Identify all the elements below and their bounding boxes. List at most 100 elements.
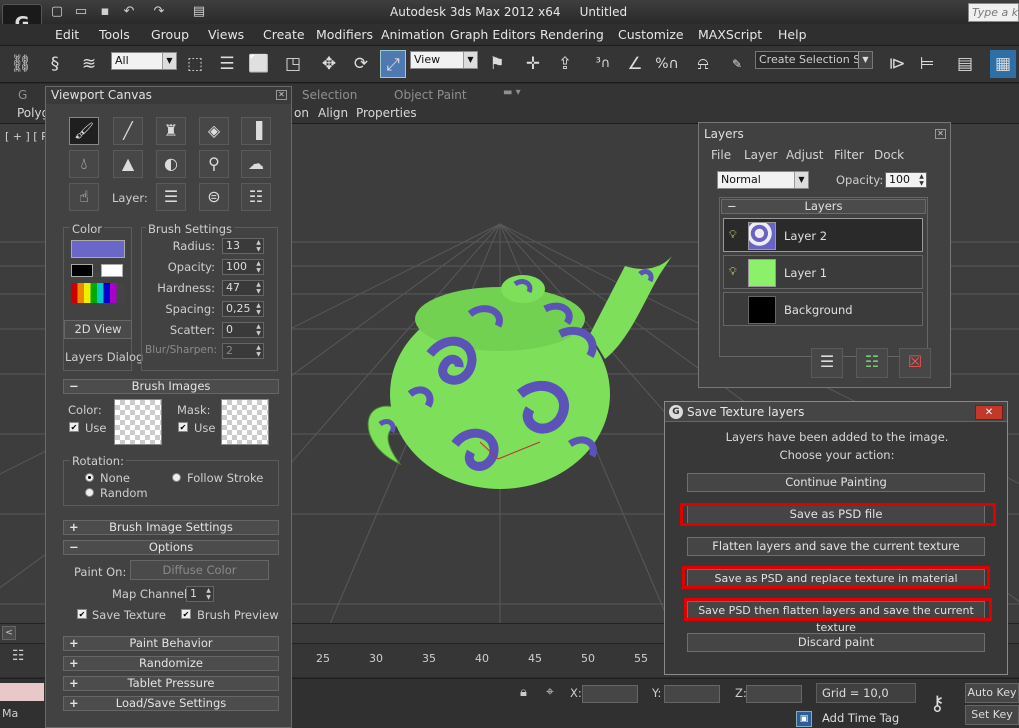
bind-space-warp-icon[interactable]: ≋ bbox=[76, 50, 102, 78]
rotation-none-radio[interactable] bbox=[85, 473, 94, 482]
menu-edit[interactable]: Edit bbox=[55, 27, 79, 42]
blur-sharpen-spinner[interactable]: 2 ▲ ▼ bbox=[222, 343, 264, 359]
maxscript-listener-field[interactable] bbox=[0, 683, 44, 701]
undo-icon[interactable]: ↶ bbox=[120, 3, 138, 21]
z-coordinate-field[interactable] bbox=[746, 685, 802, 703]
clone-stamp-icon[interactable]: ♜ bbox=[156, 117, 186, 145]
brush-images-rollout[interactable]: − Brush Images bbox=[63, 379, 279, 394]
ribbon-tab-object-paint[interactable]: Object Paint bbox=[394, 88, 467, 102]
layer-row-layer-2[interactable]: 💡︎ Layer 2 bbox=[723, 218, 923, 252]
move-icon[interactable]: ✥ bbox=[316, 50, 342, 78]
ribbon-subtab-align[interactable]: Align bbox=[318, 106, 348, 120]
options-rollout[interactable]: − Options bbox=[63, 540, 279, 555]
paint-brush-icon[interactable]: 🖌︎ bbox=[69, 117, 99, 145]
radius-spinner[interactable]: 13 ▲ ▼ bbox=[222, 238, 264, 254]
lock-selection-icon[interactable]: 🔒︎ bbox=[520, 685, 527, 700]
sharpen-icon[interactable]: ▲ bbox=[113, 150, 143, 178]
brush-color-image[interactable] bbox=[114, 399, 162, 445]
search-input[interactable]: Type a ke bbox=[968, 3, 1019, 22]
menu-views[interactable]: Views bbox=[208, 27, 244, 42]
color-use-checkbox[interactable]: ✔ bbox=[69, 422, 79, 432]
rectangular-selection-icon[interactable]: ⬜ bbox=[246, 50, 272, 78]
dodge-burn-icon[interactable]: ⚲ bbox=[199, 150, 229, 178]
mask-use-checkbox[interactable]: ✔ bbox=[178, 422, 188, 432]
mirror-icon[interactable]: ⧐ bbox=[884, 50, 910, 78]
menu-graph-editors[interactable]: Graph Editors bbox=[450, 27, 536, 42]
menu-maxscript[interactable]: MAXScript bbox=[698, 27, 762, 42]
scatter-spinner[interactable]: 0 ▲ ▼ bbox=[222, 322, 264, 338]
layer-row-background[interactable]: Background bbox=[723, 292, 923, 326]
foreground-swatch[interactable] bbox=[71, 264, 93, 277]
gradient-icon[interactable]: ▐ bbox=[241, 117, 271, 145]
brush-preview-checkbox[interactable]: ✔ bbox=[181, 609, 191, 619]
time-slider-prev-icon[interactable]: < bbox=[2, 626, 16, 640]
reference-coordinate-dropdown[interactable]: View ▼ bbox=[410, 51, 478, 69]
select-by-name-icon[interactable]: ☰ bbox=[214, 50, 240, 78]
spacing-spinner[interactable]: 0,25 ▲ ▼ bbox=[222, 301, 264, 317]
opacity-spinner[interactable]: 100 ▲ ▼ bbox=[222, 259, 264, 275]
menu-create[interactable]: Create bbox=[263, 27, 305, 42]
discard-paint-button[interactable]: Discard paint bbox=[687, 633, 985, 652]
flatten-and-save-button[interactable]: Flatten layers and save the current text… bbox=[687, 537, 985, 556]
layer-row-layer-1[interactable]: 💡︎ Layer 1 bbox=[723, 255, 923, 289]
layers-dialog-button[interactable]: Layers Dialog bbox=[65, 350, 143, 364]
save-texture-checkbox[interactable]: ✔ bbox=[77, 609, 87, 619]
new-layer-icon[interactable]: ☰ bbox=[811, 348, 843, 378]
pivot-center-icon[interactable]: ⚑ bbox=[484, 50, 510, 78]
visibility-bulb-icon[interactable]: 💡︎ bbox=[729, 229, 739, 241]
delete-layer-icon[interactable]: ☒ bbox=[899, 348, 931, 378]
link-icon[interactable]: ⛓ bbox=[8, 50, 34, 78]
brush-image-settings-rollout[interactable]: + Brush Image Settings bbox=[63, 520, 279, 535]
eraser-icon[interactable]: ╱ bbox=[113, 117, 143, 145]
ribbon-tab-selection[interactable]: Selection bbox=[302, 88, 357, 102]
window-crossing-icon[interactable]: ◳ bbox=[280, 50, 306, 78]
menu-customize[interactable]: Customize bbox=[618, 27, 684, 42]
menu-help[interactable]: Help bbox=[778, 27, 807, 42]
close-icon[interactable]: ✕ bbox=[276, 90, 287, 100]
tablet-pressure-rollout[interactable]: + Tablet Pressure bbox=[63, 676, 279, 691]
fill-bucket-icon[interactable]: ◈ bbox=[199, 117, 229, 145]
add-time-tag-button[interactable]: Add Time Tag bbox=[822, 711, 899, 725]
keyboard-shortcut-override-icon[interactable]: ⇪ bbox=[552, 50, 578, 78]
continue-painting-button[interactable]: Continue Painting bbox=[687, 473, 985, 492]
layers-menu-filter[interactable]: Filter bbox=[834, 148, 864, 162]
ribbon-tab-graphite[interactable]: G bbox=[18, 88, 27, 102]
redo-icon[interactable]: ↷ bbox=[150, 3, 168, 21]
map-channel-spinner[interactable]: 1 ▲ ▼ bbox=[186, 586, 214, 602]
align-icon[interactable]: ⊨ bbox=[914, 50, 940, 78]
set-key-button[interactable]: Set Key bbox=[965, 705, 1019, 725]
ribbon-options-dropdown[interactable]: ▬ ▾ bbox=[503, 87, 521, 98]
auto-key-button[interactable]: Auto Key bbox=[965, 683, 1019, 703]
snaps-toggle-icon[interactable]: ³∩ bbox=[590, 50, 616, 78]
time-tag-icon[interactable]: ▣ bbox=[796, 711, 812, 727]
y-coordinate-field[interactable] bbox=[664, 685, 720, 703]
select-manipulate-icon[interactable]: ✛ bbox=[520, 50, 546, 78]
selection-filter-dropdown[interactable]: All ▼ bbox=[111, 52, 177, 70]
blur-icon[interactable]: 💧︎ bbox=[69, 150, 99, 178]
background-swatch[interactable] bbox=[101, 264, 123, 277]
percent-snap-icon[interactable]: %∩ bbox=[654, 50, 680, 78]
primary-color-swatch[interactable] bbox=[71, 240, 125, 258]
color-palette[interactable] bbox=[71, 283, 125, 303]
hardness-spinner[interactable]: 47 ▲ ▼ bbox=[222, 280, 264, 296]
paint-on-diffuse-button[interactable]: Diffuse Color bbox=[130, 560, 269, 580]
ribbon-subtab-selection[interactable]: on bbox=[294, 106, 309, 120]
menu-modifiers[interactable]: Modifiers bbox=[316, 27, 373, 42]
set-key-mode-icon[interactable]: ⚷ bbox=[930, 691, 945, 715]
named-selection-set-dropdown[interactable]: Create Selection Se ▼ bbox=[755, 51, 873, 69]
layer-mask-icon[interactable]: ⊜ bbox=[199, 183, 229, 211]
layer-opacity-spinner[interactable]: 100 ▲ ▼ bbox=[885, 172, 927, 188]
edit-named-selection-icon[interactable]: ✎ bbox=[724, 50, 750, 78]
project-folder-icon[interactable]: ▤ bbox=[190, 3, 208, 21]
angle-snap-icon[interactable]: ∠ bbox=[622, 50, 648, 78]
close-icon[interactable]: ✕ bbox=[935, 129, 946, 139]
maxscript-mini-listener[interactable]: Ma bbox=[2, 707, 18, 720]
layer-manager-icon[interactable]: ▤ bbox=[952, 50, 978, 78]
blend-mode-dropdown[interactable]: Normal ▼ bbox=[717, 171, 809, 189]
load-save-settings-rollout[interactable]: + Load/Save Settings bbox=[63, 696, 279, 711]
open-file-icon[interactable]: ▭ bbox=[72, 3, 90, 21]
pan-hand-icon[interactable]: ☝ bbox=[69, 183, 99, 211]
add-layer-icon[interactable]: ☰ bbox=[156, 183, 186, 211]
absolute-mode-icon[interactable]: ⌖ bbox=[546, 684, 554, 700]
spinner-snap-icon[interactable]: ⍾ bbox=[690, 50, 716, 78]
